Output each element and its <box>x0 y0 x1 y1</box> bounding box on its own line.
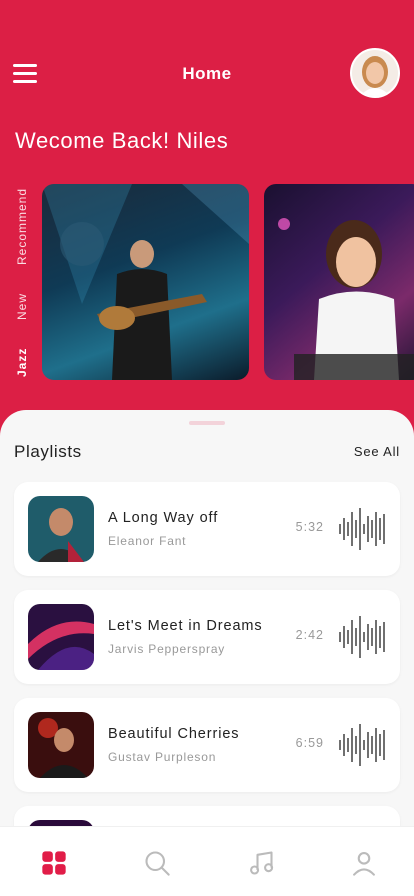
waveform-icon <box>339 508 385 550</box>
see-all-link[interactable]: See All <box>354 444 400 459</box>
category-tabs: Recommend New Jazz <box>8 184 36 380</box>
dj-image <box>278 218 414 380</box>
featured-card-guitarist[interactable] <box>42 184 249 380</box>
playlists-heading: Playlists <box>14 442 82 461</box>
waveform-icon <box>339 724 385 766</box>
song-title: A Long Way off <box>108 510 219 526</box>
featured-card-dj[interactable] <box>264 184 414 380</box>
album-thumbnail <box>28 496 94 562</box>
song-duration: 6:59 <box>295 736 324 750</box>
waveform-icon <box>339 616 385 658</box>
home-grid-icon[interactable] <box>40 849 68 877</box>
tab-new[interactable]: New <box>8 288 36 324</box>
playlist-sheet: Playlists See All A Long Way off Eleanor… <box>0 410 414 896</box>
avatar-image <box>352 50 398 96</box>
guitarist-image <box>42 184 249 380</box>
playlist-item[interactable]: Beautiful Cherries Gustav Purpleson 6:59 <box>14 698 400 792</box>
song-duration: 5:32 <box>295 520 324 534</box>
search-icon[interactable] <box>143 849 171 877</box>
artist-name: Jarvis Pepperspray <box>108 642 226 656</box>
album-thumbnail <box>28 604 94 670</box>
playlist-item[interactable]: A Long Way off Eleanor Fant 5:32 <box>14 482 400 576</box>
music-note-icon[interactable] <box>247 849 275 877</box>
tab-jazz[interactable]: Jazz <box>8 344 36 380</box>
avatar[interactable] <box>350 48 400 98</box>
welcome-heading: Wecome Back! Niles <box>15 128 229 153</box>
song-title: Beautiful Cherries <box>108 726 240 742</box>
album-thumbnail <box>28 712 94 778</box>
drag-handle[interactable] <box>189 421 225 425</box>
artist-name: Eleanor Fant <box>108 534 187 548</box>
artist-name: Gustav Purpleson <box>108 750 217 764</box>
playlist-item[interactable]: Let's Meet in Dreams Jarvis Pepperspray … <box>14 590 400 684</box>
song-title: Let's Meet in Dreams <box>108 618 263 634</box>
song-duration: 2:42 <box>295 628 324 642</box>
bottom-nav <box>0 826 414 896</box>
profile-icon[interactable] <box>350 849 378 877</box>
tab-recommend[interactable]: Recommend <box>8 184 36 268</box>
